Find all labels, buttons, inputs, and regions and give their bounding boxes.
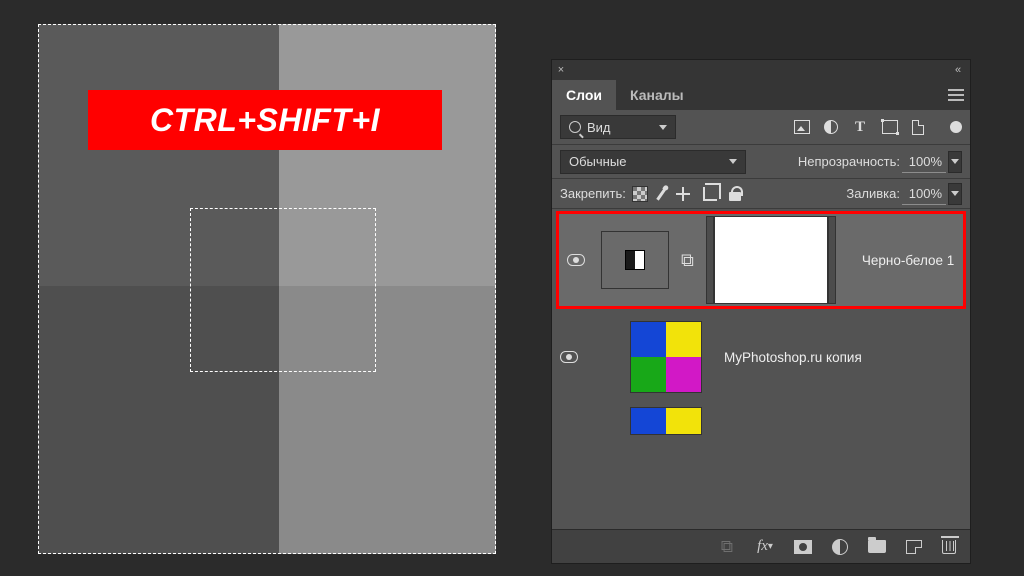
tab-channels[interactable]: Каналы bbox=[616, 80, 698, 110]
add-adjustment-icon[interactable] bbox=[832, 539, 848, 555]
layer-mask-thumbnail[interactable] bbox=[706, 216, 836, 304]
layer-name[interactable]: MyPhotoshop.ru копия bbox=[724, 350, 862, 365]
layer-filter-icons: T bbox=[794, 120, 962, 135]
new-group-icon[interactable] bbox=[868, 540, 886, 553]
chevron-down-icon bbox=[659, 125, 667, 130]
fill-value[interactable]: 100% bbox=[902, 183, 946, 205]
tab-layers[interactable]: Слои bbox=[552, 80, 616, 110]
lock-position-icon[interactable] bbox=[675, 186, 691, 202]
layer-thumbnail[interactable] bbox=[630, 407, 702, 435]
visibility-eye-icon[interactable] bbox=[560, 351, 578, 363]
panel-close-icon[interactable]: × bbox=[552, 64, 570, 76]
shortcut-banner-text: CTRL+SHIFT+I bbox=[150, 102, 380, 139]
blend-row: Обычные Непрозрачность: 100% bbox=[552, 144, 970, 178]
link-layers-icon[interactable]: ⧉ bbox=[718, 538, 736, 556]
layer-thumbnail[interactable] bbox=[630, 321, 702, 393]
search-icon bbox=[569, 121, 581, 133]
blend-mode-dropdown[interactable]: Обычные bbox=[560, 150, 746, 174]
filter-shape-icon[interactable] bbox=[882, 120, 898, 134]
shortcut-banner: CTRL+SHIFT+I bbox=[88, 90, 442, 150]
delete-layer-icon[interactable] bbox=[942, 540, 956, 554]
lock-transparency-icon[interactable] bbox=[632, 186, 648, 202]
fill-caret[interactable] bbox=[948, 183, 962, 205]
layers-panel: × « Слои Каналы Вид T Обычные Непрозрачн… bbox=[551, 59, 971, 564]
fill-label: Заливка: bbox=[846, 186, 900, 201]
layer-row[interactable]: MyPhotoshop.ru копия bbox=[552, 315, 970, 399]
opacity-value[interactable]: 100% bbox=[902, 151, 946, 173]
add-mask-icon[interactable] bbox=[794, 540, 812, 554]
filter-type-icon[interactable]: T bbox=[852, 120, 868, 134]
filter-adjustment-icon[interactable] bbox=[824, 120, 838, 134]
blend-mode-label: Обычные bbox=[569, 154, 626, 169]
filter-row: Вид T bbox=[552, 110, 970, 144]
filter-toggle-icon[interactable] bbox=[950, 121, 962, 133]
filter-pixel-icon[interactable] bbox=[794, 120, 810, 134]
chevron-down-icon bbox=[729, 159, 737, 164]
canvas-area[interactable]: CTRL+SHIFT+I bbox=[38, 24, 496, 554]
layer-list: ⧉ Черно-белое 1 MyPhotoshop.ru копия bbox=[552, 208, 970, 529]
panel-tabs: Слои Каналы bbox=[552, 80, 970, 110]
lock-artboard-icon[interactable] bbox=[703, 187, 717, 201]
opacity-label: Непрозрачность: bbox=[798, 154, 900, 169]
layer-filter-kind-label: Вид bbox=[587, 120, 611, 135]
new-layer-icon[interactable] bbox=[906, 540, 922, 554]
lock-all-icon[interactable] bbox=[729, 192, 741, 201]
opacity-caret[interactable] bbox=[948, 151, 962, 173]
lock-pixels-icon[interactable] bbox=[656, 187, 666, 200]
adjustment-thumbnail[interactable] bbox=[601, 231, 669, 289]
lock-row: Закрепить: Заливка: 100% bbox=[552, 178, 970, 208]
visibility-eye-icon[interactable] bbox=[567, 254, 585, 266]
layer-row[interactable] bbox=[552, 399, 970, 433]
layer-style-fx-icon[interactable]: fx▾ bbox=[756, 538, 774, 556]
layer-filter-kind-dropdown[interactable]: Вид bbox=[560, 115, 676, 139]
filter-smartobject-icon[interactable] bbox=[912, 120, 924, 135]
black-white-adjustment-icon bbox=[625, 250, 645, 270]
mask-link-icon[interactable]: ⧉ bbox=[679, 250, 696, 271]
lock-label: Закрепить: bbox=[560, 186, 626, 201]
selection-marquee-inner bbox=[190, 208, 376, 372]
panel-footer: ⧉ fx▾ bbox=[552, 529, 970, 563]
panel-menu-icon[interactable] bbox=[942, 80, 970, 110]
layer-row[interactable]: ⧉ Черно-белое 1 bbox=[556, 211, 966, 309]
layer-name[interactable]: Черно-белое 1 bbox=[862, 253, 954, 268]
panel-titlebar: × « bbox=[552, 60, 970, 80]
panel-collapse-icon[interactable]: « bbox=[946, 64, 970, 76]
